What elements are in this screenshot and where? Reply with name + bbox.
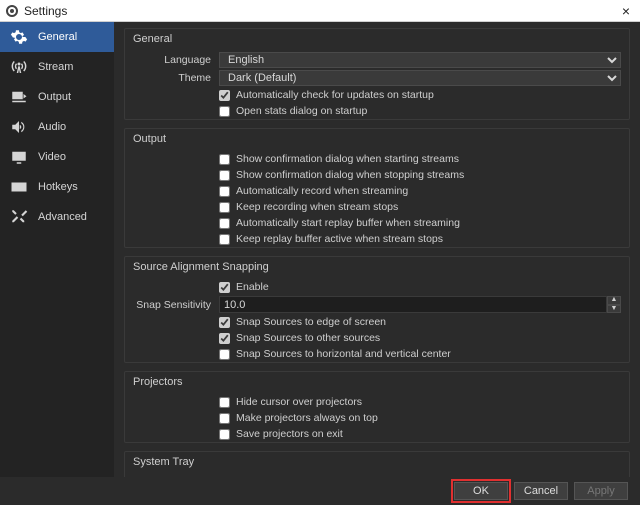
chk-keep-recording[interactable]	[219, 202, 230, 213]
sidebar: General Stream Output Audio Video Hotkey…	[0, 22, 114, 477]
chk-updates[interactable]	[219, 90, 230, 101]
chk-proj-save[interactable]	[219, 429, 230, 440]
snap-sensitivity-input[interactable]	[219, 296, 607, 313]
group-projectors: Projectors Hide cursor over projectors M…	[124, 371, 630, 443]
chk-keep-replay[interactable]	[219, 234, 230, 245]
dialog-footer: OK Cancel Apply	[0, 477, 640, 505]
gear-icon	[8, 28, 30, 46]
sidebar-item-hotkeys[interactable]: Hotkeys	[0, 172, 114, 202]
sidebar-item-audio[interactable]: Audio	[0, 112, 114, 142]
settings-content: General Language English Theme Dark (Def…	[114, 22, 640, 477]
group-output: Output Show confirmation dialog when sta…	[124, 128, 630, 248]
sidebar-item-label: Stream	[38, 61, 73, 73]
theme-select[interactable]: Dark (Default)	[219, 70, 621, 86]
chk-snap-edge[interactable]	[219, 317, 230, 328]
group-general: General Language English Theme Dark (Def…	[124, 28, 630, 120]
chk-proj-on-top[interactable]	[219, 413, 230, 424]
snap-sensitivity-label: Snap Sensitivity	[125, 299, 219, 311]
ok-button[interactable]: OK	[454, 482, 508, 500]
cancel-button[interactable]: Cancel	[514, 482, 568, 500]
sidebar-item-advanced[interactable]: Advanced	[0, 202, 114, 232]
antenna-icon	[8, 58, 30, 76]
sidebar-item-label: Hotkeys	[38, 181, 78, 193]
group-title: Output	[125, 129, 629, 151]
audio-icon	[8, 118, 30, 136]
sidebar-item-label: General	[38, 31, 77, 43]
close-icon[interactable]: ×	[618, 3, 634, 19]
sidebar-item-label: Output	[38, 91, 71, 103]
sidebar-item-video[interactable]: Video	[0, 142, 114, 172]
language-label: Language	[125, 54, 219, 66]
chk-auto-replay[interactable]	[219, 218, 230, 229]
titlebar: Settings ×	[0, 0, 640, 22]
snap-sensitivity-stepper[interactable]: ▲▼	[607, 296, 621, 313]
keyboard-icon	[8, 178, 30, 196]
chk-snap-enable[interactable]	[219, 282, 230, 293]
chk-stats[interactable]	[219, 106, 230, 117]
chk-proj-hide-cursor[interactable]	[219, 397, 230, 408]
group-title: System Tray	[125, 452, 629, 474]
sidebar-item-output[interactable]: Output	[0, 82, 114, 112]
video-icon	[8, 148, 30, 166]
tools-icon	[8, 208, 30, 226]
group-title: General	[125, 29, 629, 51]
apply-button[interactable]: Apply	[574, 482, 628, 500]
sidebar-item-label: Advanced	[38, 211, 87, 223]
window-title: Settings	[24, 4, 618, 18]
sidebar-item-label: Audio	[38, 121, 66, 133]
group-title: Projectors	[125, 372, 629, 394]
chk-snap-other[interactable]	[219, 333, 230, 344]
sidebar-item-stream[interactable]: Stream	[0, 52, 114, 82]
sidebar-item-label: Video	[38, 151, 66, 163]
chk-snap-center[interactable]	[219, 349, 230, 360]
chk-confirm-start[interactable]	[219, 154, 230, 165]
step-up-icon[interactable]: ▲	[607, 296, 621, 305]
step-down-icon[interactable]: ▼	[607, 305, 621, 314]
chk-confirm-stop[interactable]	[219, 170, 230, 181]
theme-label: Theme	[125, 72, 219, 84]
app-icon	[6, 5, 18, 17]
language-select[interactable]: English	[219, 52, 621, 68]
group-systray: System Tray Enable Minimize to system tr…	[124, 451, 630, 477]
sidebar-item-general[interactable]: General	[0, 22, 114, 52]
chk-auto-record[interactable]	[219, 186, 230, 197]
group-title: Source Alignment Snapping	[125, 257, 629, 279]
group-snapping: Source Alignment Snapping Enable Snap Se…	[124, 256, 630, 363]
output-icon	[8, 88, 30, 106]
